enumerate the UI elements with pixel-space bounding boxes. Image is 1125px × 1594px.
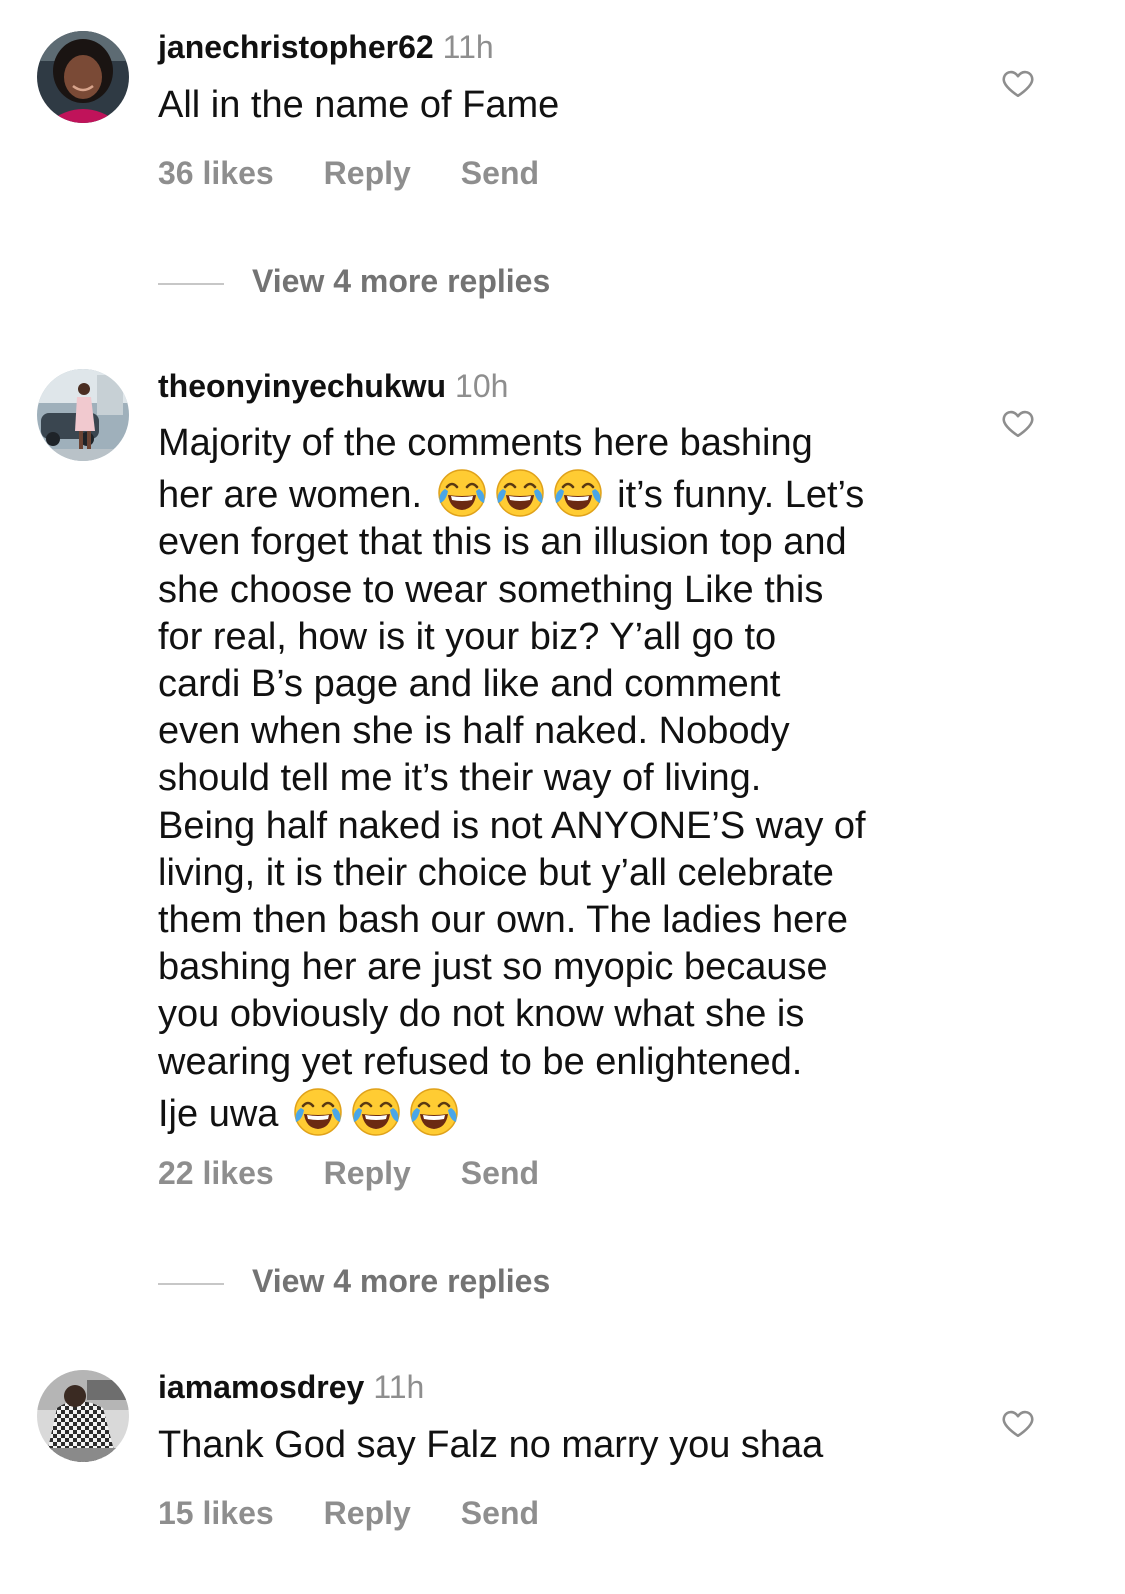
likes-count[interactable]: 22 likes [158, 1153, 274, 1193]
avatar-image [37, 1370, 129, 1462]
comment-body: iamamosdrey 11h Thank God say Falz no mar… [158, 1367, 958, 1469]
comment-header: janechristopher62 11h [158, 27, 958, 67]
likes-count[interactable]: 36 likes [158, 153, 274, 193]
heart-icon[interactable] [1001, 1406, 1035, 1440]
comment-header: theonyinyechukwu 10h [158, 366, 958, 406]
reply-button[interactable]: Reply [324, 1153, 411, 1193]
view-replies-label: View 4 more replies [252, 263, 551, 299]
heart-icon[interactable] [1001, 66, 1035, 100]
comments-list: janechristopher62 11h All in the name of … [0, 0, 1125, 1594]
timestamp: 11h [373, 1369, 425, 1405]
face-with-tears-of-joy-icon [494, 467, 546, 519]
comment-text-part: it’s funny. Let’s even forget that this … [158, 474, 866, 1135]
send-button[interactable]: Send [461, 1153, 539, 1193]
avatar-image [37, 31, 129, 123]
comment-actions: 36 likes Reply Send [158, 153, 539, 193]
view-more-replies-button[interactable]: View 4 more replies [158, 1261, 550, 1301]
timestamp: 10h [455, 368, 509, 404]
username[interactable]: theonyinyechukwu [158, 368, 446, 404]
comment-text: Majority of the comments here bashing he… [158, 420, 958, 1138]
view-more-replies-button[interactable]: View 4 more replies [158, 261, 550, 301]
comment-actions: 22 likes Reply Send [158, 1153, 539, 1193]
username[interactable]: iamamosdrey [158, 1369, 364, 1405]
reply-button[interactable]: Reply [324, 153, 411, 193]
face-with-tears-of-joy-icon [292, 1086, 344, 1138]
face-with-tears-of-joy-icon [552, 467, 604, 519]
divider-line [158, 1282, 224, 1285]
reply-button[interactable]: Reply [324, 1493, 411, 1533]
timestamp: 11h [442, 29, 494, 65]
send-button[interactable]: Send [461, 1493, 539, 1533]
send-button[interactable]: Send [461, 153, 539, 193]
face-with-tears-of-joy-icon [436, 467, 488, 519]
comment-body: janechristopher62 11h All in the name of … [158, 27, 958, 129]
avatar[interactable] [37, 31, 129, 123]
face-with-tears-of-joy-icon [350, 1086, 402, 1138]
heart-icon[interactable] [1001, 406, 1035, 440]
view-replies-label: View 4 more replies [252, 1263, 551, 1299]
avatar[interactable] [37, 1370, 129, 1462]
avatar-image [37, 369, 129, 461]
avatar[interactable] [37, 369, 129, 461]
likes-count[interactable]: 15 likes [158, 1493, 274, 1533]
username[interactable]: janechristopher62 [158, 29, 434, 65]
face-with-tears-of-joy-icon [408, 1086, 460, 1138]
comment-text: All in the name of Fame [158, 84, 560, 126]
divider-line [158, 282, 224, 285]
comment-header: iamamosdrey 11h [158, 1367, 958, 1407]
comment-body: theonyinyechukwu 10h Majority of the comm… [158, 366, 958, 1138]
comment-text: Thank God say Falz no marry you shaa [158, 1424, 824, 1466]
comment-actions: 15 likes Reply Send [158, 1493, 539, 1533]
